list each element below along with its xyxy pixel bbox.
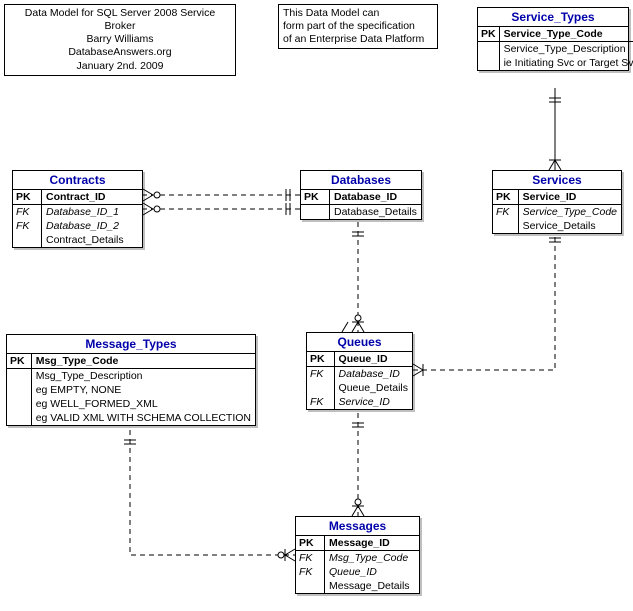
entity-databases: Databases PKDatabase_IDDatabase_Details xyxy=(300,170,422,220)
note-line1: This Data Model can xyxy=(283,7,433,20)
key-cell: FK xyxy=(296,551,325,566)
entity-message-types: Message_Types PKMsg_Type_CodeMsg_Type_De… xyxy=(6,334,256,426)
attr-cell: Queue_ID xyxy=(325,565,420,579)
key-cell xyxy=(307,381,334,395)
entity-service-types: Service_Types PKService_Type_CodeService… xyxy=(477,7,629,71)
entity-services: Services PKService_IDFKService_Type_Code… xyxy=(492,170,622,234)
entity-rows: PKService_IDFKService_Type_CodeService_D… xyxy=(493,190,621,233)
entity-title: Databases xyxy=(301,171,421,190)
key-cell: PK xyxy=(493,190,518,205)
key-cell xyxy=(478,56,499,70)
entity-messages: Messages PKMessage_IDFKMsg_Type_CodeFKQu… xyxy=(295,516,420,594)
rel-msgtypes-messages xyxy=(130,430,295,555)
attr-cell: Message_ID xyxy=(325,536,420,551)
note-box: This Data Model can form part of the spe… xyxy=(278,4,438,49)
attr-cell: Service_Type_Code xyxy=(499,27,633,42)
attr-cell: Message_Details xyxy=(325,579,420,593)
entity-queues: Queues PKQueue_IDFKDatabase_IDQueue_Deta… xyxy=(306,332,413,410)
note-line3: of an Enterprise Data Platform xyxy=(283,33,433,46)
key-cell: PK xyxy=(307,352,334,367)
key-cell xyxy=(493,219,518,233)
attr-cell: Database_Details xyxy=(330,205,422,220)
entity-title: Message_Types xyxy=(7,335,255,354)
key-cell xyxy=(296,579,325,593)
attr-cell: eg WELL_FORMED_XML xyxy=(31,397,255,411)
key-cell: PK xyxy=(7,354,31,369)
entity-title: Services xyxy=(493,171,621,190)
key-cell: PK xyxy=(478,27,499,42)
attr-cell: Queue_Details xyxy=(334,381,412,395)
rel-servicetypes-services xyxy=(549,88,561,170)
attr-cell: Queue_ID xyxy=(334,352,412,367)
attr-cell: Contract_Details xyxy=(42,233,143,247)
attr-cell: Service_ID xyxy=(518,190,621,205)
note-line2: form part of the specification xyxy=(283,20,433,33)
attr-cell: Contract_ID xyxy=(42,190,143,205)
header-line2: Barry Williams xyxy=(9,33,231,46)
header-line1: Data Model for SQL Server 2008 Service B… xyxy=(9,7,231,33)
key-cell: FK xyxy=(307,395,334,409)
entity-contracts: Contracts PKContract_IDFKDatabase_ID_1FK… xyxy=(12,170,143,248)
attr-cell: Database_ID xyxy=(334,367,412,382)
key-cell xyxy=(7,397,31,411)
attr-cell: Service_Type_Description xyxy=(499,42,633,57)
entity-rows: PKQueue_IDFKDatabase_IDQueue_DetailsFKSe… xyxy=(307,352,412,409)
entity-title: Queues xyxy=(307,333,412,352)
rel-databases-contracts xyxy=(143,195,300,209)
key-cell xyxy=(13,233,42,247)
attr-cell: Database_ID xyxy=(330,190,422,205)
attr-cell: Service_ID xyxy=(334,395,412,409)
attr-cell: Service_Type_Code xyxy=(518,205,621,220)
rel-services-queues xyxy=(413,228,555,370)
entity-rows: PKContract_IDFKDatabase_ID_1FKDatabase_I… xyxy=(13,190,142,247)
attr-cell: eg EMPTY, NONE xyxy=(31,383,255,397)
attr-cell: Database_ID_1 xyxy=(42,205,143,220)
entity-rows: PKDatabase_IDDatabase_Details xyxy=(301,190,421,219)
attr-cell: Database_ID_2 xyxy=(42,219,143,233)
key-cell xyxy=(301,205,330,220)
key-cell xyxy=(7,411,31,425)
key-cell: PK xyxy=(301,190,330,205)
key-cell xyxy=(7,383,31,397)
header-info-box: Data Model for SQL Server 2008 Service B… xyxy=(4,4,236,76)
key-cell xyxy=(7,369,31,384)
key-cell: PK xyxy=(296,536,325,551)
entity-title: Contracts xyxy=(13,171,142,190)
attr-cell: ie Initiating Svc or Target Svc xyxy=(499,56,633,70)
key-cell: FK xyxy=(13,205,42,220)
key-cell: FK xyxy=(296,565,325,579)
entity-title: Messages xyxy=(296,517,419,536)
attr-cell: eg VALID XML WITH SCHEMA COLLECTION xyxy=(31,411,255,425)
header-line4: January 2nd. 2009 xyxy=(9,60,231,73)
attr-cell: Msg_Type_Code xyxy=(325,551,420,566)
attr-cell: Msg_Type_Code xyxy=(31,354,255,369)
entity-rows: PKService_Type_CodeService_Type_Descript… xyxy=(478,27,633,70)
attr-cell: Service_Details xyxy=(518,219,621,233)
key-cell: FK xyxy=(493,205,518,220)
key-cell: FK xyxy=(13,219,42,233)
entity-rows: PKMsg_Type_CodeMsg_Type_Descriptioneg EM… xyxy=(7,354,255,425)
attr-cell: Msg_Type_Description xyxy=(31,369,255,384)
key-cell: PK xyxy=(13,190,42,205)
header-line3: DatabaseAnswers.org xyxy=(9,46,231,59)
entity-rows: PKMessage_IDFKMsg_Type_CodeFKQueue_IDMes… xyxy=(296,536,419,593)
key-cell xyxy=(478,42,499,57)
entity-title: Service_Types xyxy=(478,8,628,27)
key-cell: FK xyxy=(307,367,334,382)
